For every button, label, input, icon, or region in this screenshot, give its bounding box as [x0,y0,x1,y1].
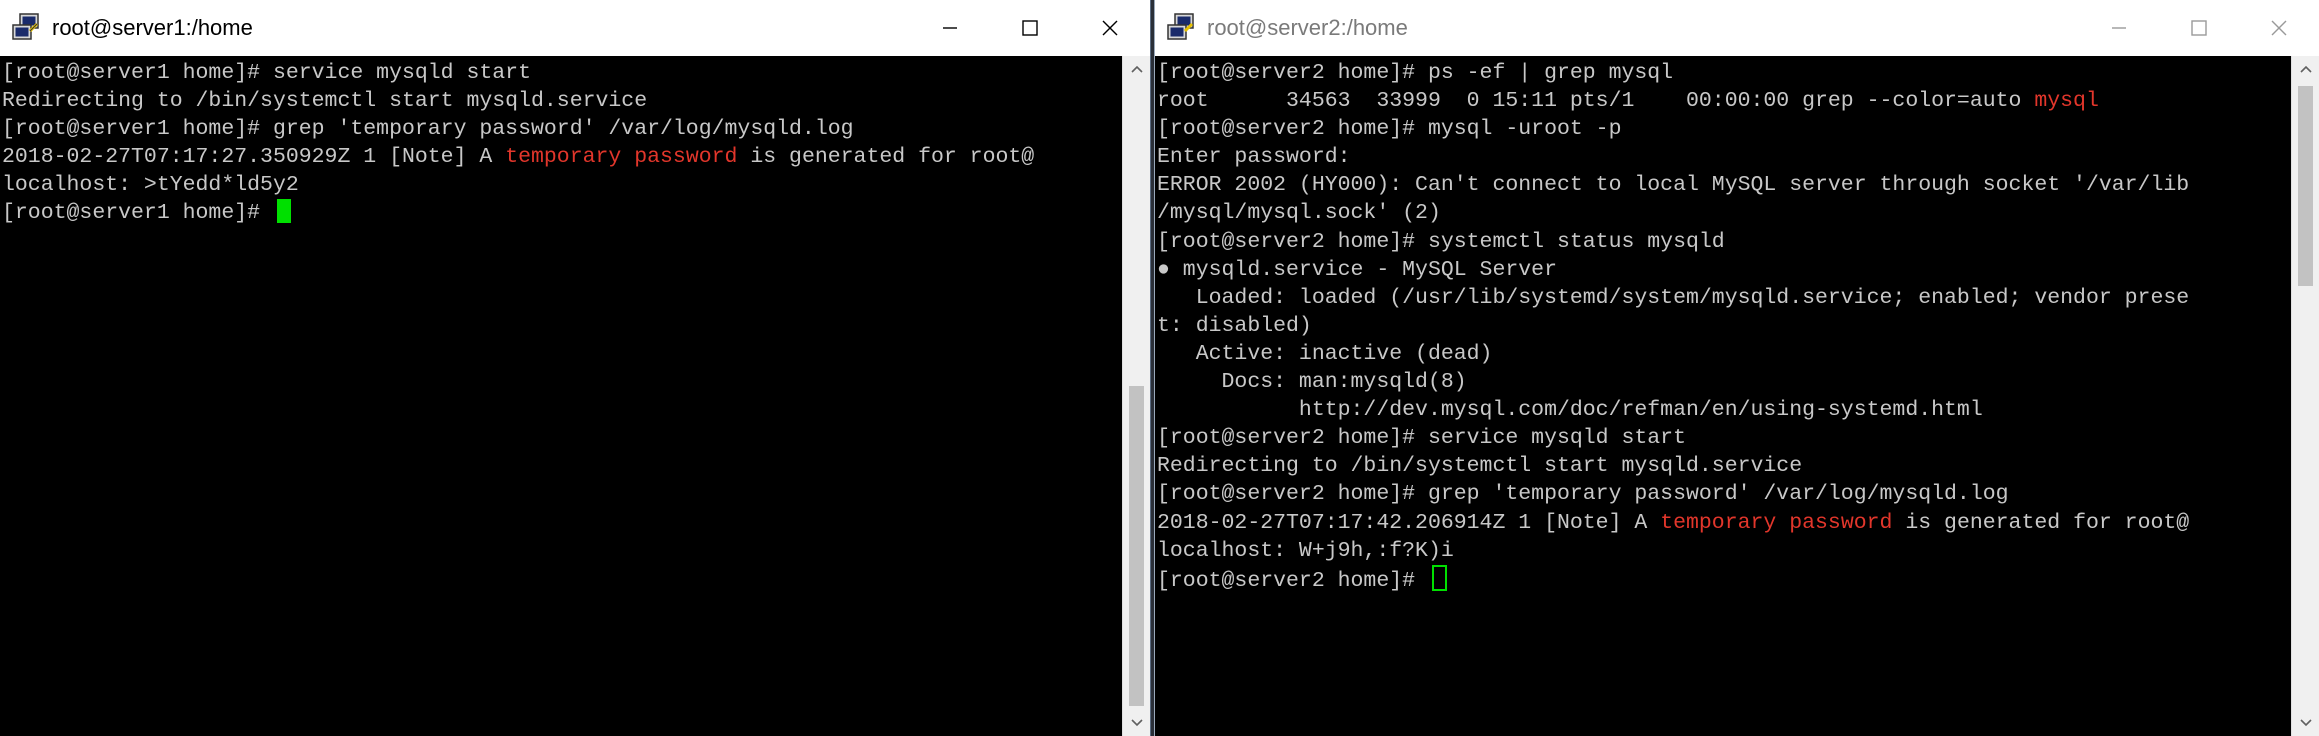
terminal-line: Docs: man:mysqld(8) [1155,368,2292,396]
minimize-icon [2112,27,2126,29]
title-bar[interactable]: root@server1:/home [0,0,1150,56]
terminal-line: localhost: >tYedd*ld5y2 [0,171,1123,199]
line-text: Active: inactive (dead) [1157,341,1493,366]
vertical-scrollbar[interactable] [2291,56,2319,736]
line-text: ERROR 2002 (HY000): Can't connect to loc… [1157,173,2190,198]
line-text: Docs: man:mysqld(8) [1157,370,1467,395]
chevron-down-icon [1130,719,1143,727]
line-text: 2018-02-27T07:17:42.206914Z 1 [Note] A [1157,510,1661,535]
close-icon [2271,20,2287,36]
line-text: [root@server2 home]# systemctl status my… [1157,229,1725,254]
terminal-window-server2[interactable]: root@server2:/home [root@server2 home]# … [1154,0,2319,736]
vertical-scrollbar[interactable] [1122,56,1150,736]
scroll-down-arrow[interactable] [1123,710,1150,736]
line-text: root 34563 33999 0 15:11 pts/1 00:00:00 … [1157,89,2035,114]
minimize-button[interactable] [910,0,990,56]
line-text: Redirecting to /bin/systemctl start mysq… [2,89,648,114]
highlighted-text: temporary password [1660,510,1893,535]
close-button[interactable] [1070,0,1150,56]
scrollbar-thumb[interactable] [2298,86,2313,286]
terminal-output[interactable]: [root@server1 home]# service mysqld star… [0,56,1123,736]
chevron-up-icon [2299,65,2312,73]
terminal-line: [root@server2 home]# mysql -uroot -p [1155,115,2292,143]
line-text: t: disabled) [1157,313,1312,338]
terminal-line: [root@server2 home]# [1155,564,2292,593]
line-text: is generated for root@ [1892,510,2190,535]
terminal-line: [root@server2 home]# systemctl status my… [1155,228,2292,256]
terminal-window-server1[interactable]: root@server1:/home [root@server1 home]# … [0,0,1151,736]
text-cursor [1431,564,1447,591]
terminal-line: 2018-02-27T07:17:42.206914Z 1 [Note] A t… [1155,509,2292,537]
line-text: [root@server1 home]# service mysqld star… [2,61,531,85]
putty-icon [1167,13,1194,40]
line-text: [root@server2 home]# ps -ef | grep mysql [1157,61,1674,85]
scroll-up-arrow[interactable] [1123,56,1150,82]
terminal-line: http://dev.mysql.com/doc/refman/en/using… [1155,396,2292,424]
line-text: 2018-02-27T07:17:27.350929Z 1 [Note] A [2,145,506,170]
terminal-output[interactable]: [root@server2 home]# ps -ef | grep mysql… [1155,56,2292,736]
line-text: Enter password: [1157,145,1351,170]
terminal-line: Enter password: [1155,143,2292,171]
line-text: Redirecting to /bin/systemctl start mysq… [1157,454,1803,479]
chevron-up-icon [1130,65,1143,73]
terminal-line: 2018-02-27T07:17:27.350929Z 1 [Note] A t… [0,143,1123,171]
putty-icon [12,13,39,40]
line-text: http://dev.mysql.com/doc/refman/en/using… [1157,398,1983,423]
text-cursor [276,199,291,224]
line-text: localhost: >tYedd*ld5y2 [2,173,299,198]
close-button[interactable] [2239,0,2319,56]
scrollbar-thumb[interactable] [1129,386,1144,706]
line-text: localhost: W+j9h,:f?K)i [1157,538,1454,563]
line-text: [root@server2 home]# grep 'temporary pas… [1157,482,2009,507]
window-title: root@server1:/home [52,15,253,40]
terminal-line: [root@server1 home]# grep 'temporary pas… [0,115,1123,143]
close-icon [1102,20,1118,36]
line-text: [root@server1 home]# [2,201,273,226]
line-text: is generated for root@ [737,145,1035,170]
terminal-line: ● mysqld.service - MySQL Server [1155,256,2292,284]
minimize-button[interactable] [2079,0,2159,56]
line-text: [root@server1 home]# grep 'temporary pas… [2,117,854,142]
maximize-icon [1022,20,1038,36]
terminal-line: localhost: W+j9h,:f?K)i [1155,537,2292,565]
scroll-down-arrow[interactable] [2292,710,2319,736]
terminal-line: /mysql/mysql.sock' (2) [1155,199,2292,227]
terminal-line: [root@server2 home]# ps -ef | grep mysql [1155,59,2292,87]
terminal-line: Loaded: loaded (/usr/lib/systemd/system/… [1155,284,2292,312]
scroll-up-arrow[interactable] [2292,56,2319,82]
window-title: root@server2:/home [1207,15,1408,40]
maximize-icon [2191,20,2207,36]
line-text: /mysql/mysql.sock' (2) [1157,201,1441,226]
highlighted-text: temporary password [505,145,738,170]
line-text: ● mysqld.service - MySQL Server [1157,257,1557,282]
line-text: Loaded: loaded (/usr/lib/systemd/system/… [1157,285,2190,310]
terminal-line: Redirecting to /bin/systemctl start mysq… [0,87,1123,115]
terminal-line: root 34563 33999 0 15:11 pts/1 00:00:00 … [1155,87,2292,115]
line-text: [root@server2 home]# [1157,568,1428,593]
maximize-button[interactable] [2159,0,2239,56]
line-text: [root@server2 home]# service mysqld star… [1157,426,1686,451]
title-bar[interactable]: root@server2:/home [1155,0,2319,56]
terminal-line: [root@server1 home]# [0,199,1123,227]
terminal-line: ERROR 2002 (HY000): Can't connect to loc… [1155,171,2292,199]
terminal-line: [root@server2 home]# service mysqld star… [1155,424,2292,452]
line-text: [root@server2 home]# mysql -uroot -p [1157,117,1622,142]
terminal-line: t: disabled) [1155,312,2292,340]
terminal-line: [root@server1 home]# service mysqld star… [0,59,1123,87]
maximize-button[interactable] [990,0,1070,56]
highlighted-text: mysql [2034,89,2099,114]
chevron-down-icon [2299,719,2312,727]
terminal-line: [root@server2 home]# grep 'temporary pas… [1155,480,2292,508]
terminal-line: Active: inactive (dead) [1155,340,2292,368]
minimize-icon [943,27,957,29]
terminal-line: Redirecting to /bin/systemctl start mysq… [1155,452,2292,480]
